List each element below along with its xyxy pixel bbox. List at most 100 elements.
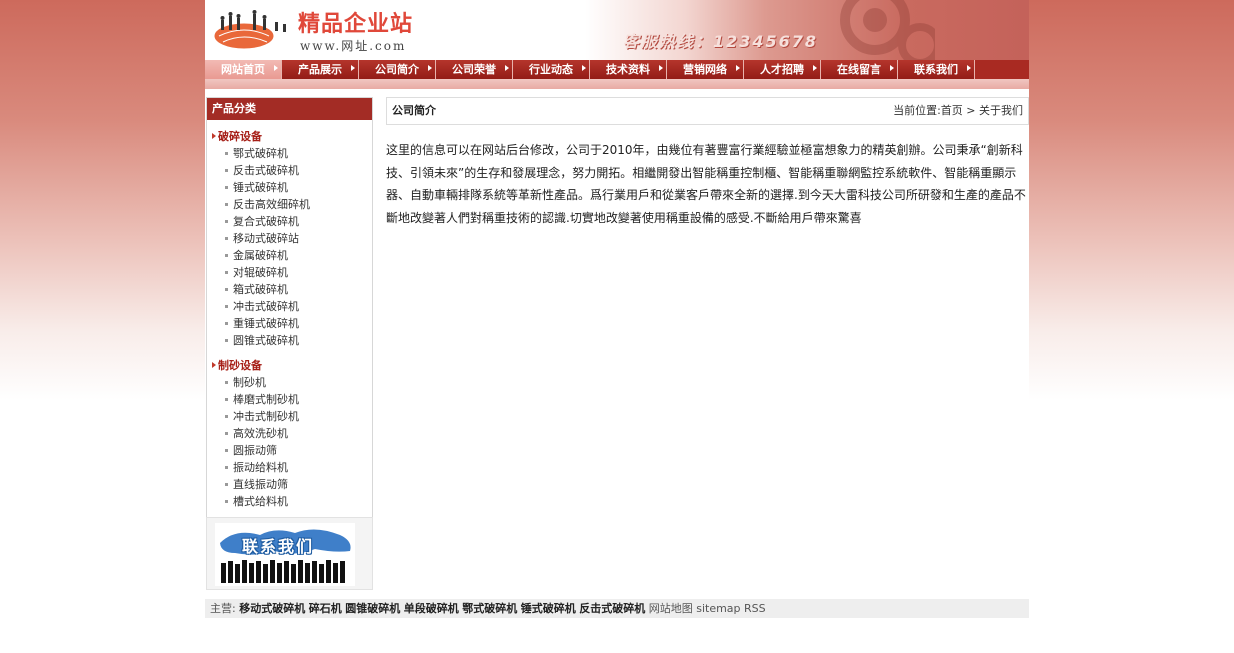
nav-arrow-icon (428, 65, 432, 71)
footer-keyword-link[interactable]: 单段破碎机 (404, 602, 459, 615)
bullet-icon (225, 449, 228, 452)
category-list: 破碎设备鄂式破碎机反击式破碎机 锤式破碎机反击高效细碎机 复合式破碎机移动式破碎站金… (207, 128, 372, 510)
bullet-icon (225, 381, 228, 384)
nav-arrow-icon (659, 65, 663, 71)
bullet-icon (225, 500, 228, 503)
category-item-label: 棒磨式制砂机 (233, 393, 299, 406)
site-title: 精品企业站 (298, 12, 414, 37)
footer-extra-links[interactable]: 网站地图 sitemap RSS (649, 602, 766, 615)
category-item[interactable]: 对辊破碎机 (207, 264, 372, 281)
category-item[interactable]: 圆锥式破碎机 (207, 332, 372, 349)
nav-item-9[interactable]: 联系我们 (898, 60, 975, 79)
nav-arrow-icon (351, 65, 355, 71)
category-item-label: 鄂式破碎机 (233, 147, 288, 160)
category-item-label: 振动给料机 (233, 461, 288, 474)
category-item-label: 金属破碎机 (233, 249, 288, 262)
page-container: 精品企业站 www.网址.com 客服热线：12345678 网站首页 产品展示公… (205, 0, 1029, 653)
category-item-label: 圆锥式破碎机 (233, 334, 299, 347)
category-item-label: 锤式破碎机 (233, 181, 288, 194)
category-item[interactable]: 箱式破碎机 (207, 281, 372, 298)
footer-keywords: 主营: 移动式破碎机 碎石机 圆锥破碎机 单段破碎机 鄂式破碎机 锤式破碎机 反… (205, 599, 1029, 618)
category-item-label: 槽式给料机 (233, 495, 288, 508)
category-item[interactable]: 移动式破碎站 (207, 230, 372, 247)
footer-keyword-link[interactable]: 鄂式破碎机 (462, 602, 517, 615)
content-header: 公司简介 当前位置:首页 > 关于我们 (386, 97, 1029, 125)
footer-link-list: 移动式破碎机 碎石机 圆锥破碎机 单段破碎机 鄂式破碎机 锤式破碎机 反击式破碎… (239, 602, 649, 615)
category-item[interactable]: 锤式破碎机 (207, 179, 372, 196)
nav-arrow-icon (967, 65, 971, 71)
nav-item-5[interactable]: 技术资料 (590, 60, 667, 79)
bullet-icon (225, 339, 228, 342)
category-item-label: 对辊破碎机 (233, 266, 288, 279)
footer-prefix: 主营: (210, 602, 236, 615)
nav-arrow-icon (274, 65, 278, 71)
nav-item-label: 人才招聘 (760, 63, 804, 76)
category-item[interactable]: 冲击式破碎机 (207, 298, 372, 315)
category-item[interactable]: 复合式破碎机 (207, 213, 372, 230)
nav-item-label: 在线留言 (837, 63, 881, 76)
category-heading[interactable]: 破碎设备 (207, 128, 372, 145)
nav-item-label: 公司荣誉 (452, 63, 496, 76)
caret-right-icon (212, 133, 216, 139)
category-item[interactable]: 圆振动筛 (207, 442, 372, 459)
category-item-label: 高效洗砂机 (233, 427, 288, 440)
category-item-label: 箱式破碎机 (233, 283, 288, 296)
category-item[interactable]: 重锤式破碎机 (207, 315, 372, 332)
footer-keyword-link[interactable]: 移动式破碎机 (239, 602, 305, 615)
bullet-icon (225, 305, 228, 308)
category-item-label: 重锤式破碎机 (233, 317, 299, 330)
nav-item-4[interactable]: 行业动态 (513, 60, 590, 79)
nav-item-1[interactable]: 产品展示 (282, 60, 359, 79)
footer-keyword-link[interactable]: 反击式破碎机 (579, 602, 645, 615)
category-item[interactable]: 冲击式制砂机 (207, 408, 372, 425)
hotline: 客服热线：12345678 (623, 32, 819, 51)
bullet-icon (225, 271, 228, 274)
category-heading[interactable]: 制砂设备 (207, 357, 372, 374)
category-item[interactable]: 棒磨式制砂机 (207, 391, 372, 408)
contact-banner-text: 联系我们 (242, 537, 315, 556)
category-item[interactable]: 槽式给料机 (207, 493, 372, 510)
category-item-label: 直线振动筛 (233, 478, 288, 491)
nav-item-7[interactable]: 人才招聘 (744, 60, 821, 79)
category-item[interactable]: 反击高效细碎机 (207, 196, 372, 213)
nav-item-label: 公司简介 (375, 63, 419, 76)
sidebar-heading: 产品分类 (207, 98, 372, 120)
bullet-icon (225, 288, 228, 291)
nav-arrow-icon (813, 65, 817, 71)
nav-item-label: 网站首页 (221, 63, 265, 76)
category-item[interactable]: 金属破碎机 (207, 247, 372, 264)
nav-item-3[interactable]: 公司荣誉 (436, 60, 513, 79)
nav-item-0[interactable]: 网站首页 (205, 60, 282, 79)
bullet-icon (225, 398, 228, 401)
category-item[interactable]: 鄂式破碎机 (207, 145, 372, 162)
nav-item-6[interactable]: 营销网络 (667, 60, 744, 79)
nav-item-8[interactable]: 在线留言 (821, 60, 898, 79)
bullet-icon (225, 220, 228, 223)
nav-item-2[interactable]: 公司简介 (359, 60, 436, 79)
bullet-icon (225, 483, 228, 486)
bullet-icon (225, 237, 228, 240)
category-item[interactable]: 制砂机 (207, 374, 372, 391)
bullet-icon (225, 169, 228, 172)
nav-item-label: 行业动态 (529, 63, 573, 76)
bullet-icon (225, 152, 228, 155)
footer-keyword-link[interactable]: 碎石机 (309, 602, 342, 615)
category-item-label: 移动式破碎站 (233, 232, 299, 245)
nav-arrow-icon (582, 65, 586, 71)
category-item[interactable]: 直线振动筛 (207, 476, 372, 493)
category-item[interactable]: 振动给料机 (207, 459, 372, 476)
nav-arrow-icon (736, 65, 740, 71)
nav-item-label: 营销网络 (683, 63, 727, 76)
bullet-icon (225, 186, 228, 189)
nav-item-label: 技术资料 (606, 63, 650, 76)
category-item-label: 反击式破碎机 (233, 164, 299, 177)
footer-keyword-link[interactable]: 锤式破碎机 (521, 602, 576, 615)
category-item[interactable]: 高效洗砂机 (207, 425, 372, 442)
category-item[interactable]: 反击式破碎机 (207, 162, 372, 179)
breadcrumb[interactable]: 当前位置:首页 > 关于我们 (893, 98, 1023, 124)
bullet-icon (225, 432, 228, 435)
footer-keyword-link[interactable]: 圆锥破碎机 (345, 602, 400, 615)
contact-banner[interactable]: 联系我们 (206, 517, 373, 590)
category-item-label: 圆振动筛 (233, 444, 277, 457)
category-item-label: 冲击式制砂机 (233, 410, 299, 423)
